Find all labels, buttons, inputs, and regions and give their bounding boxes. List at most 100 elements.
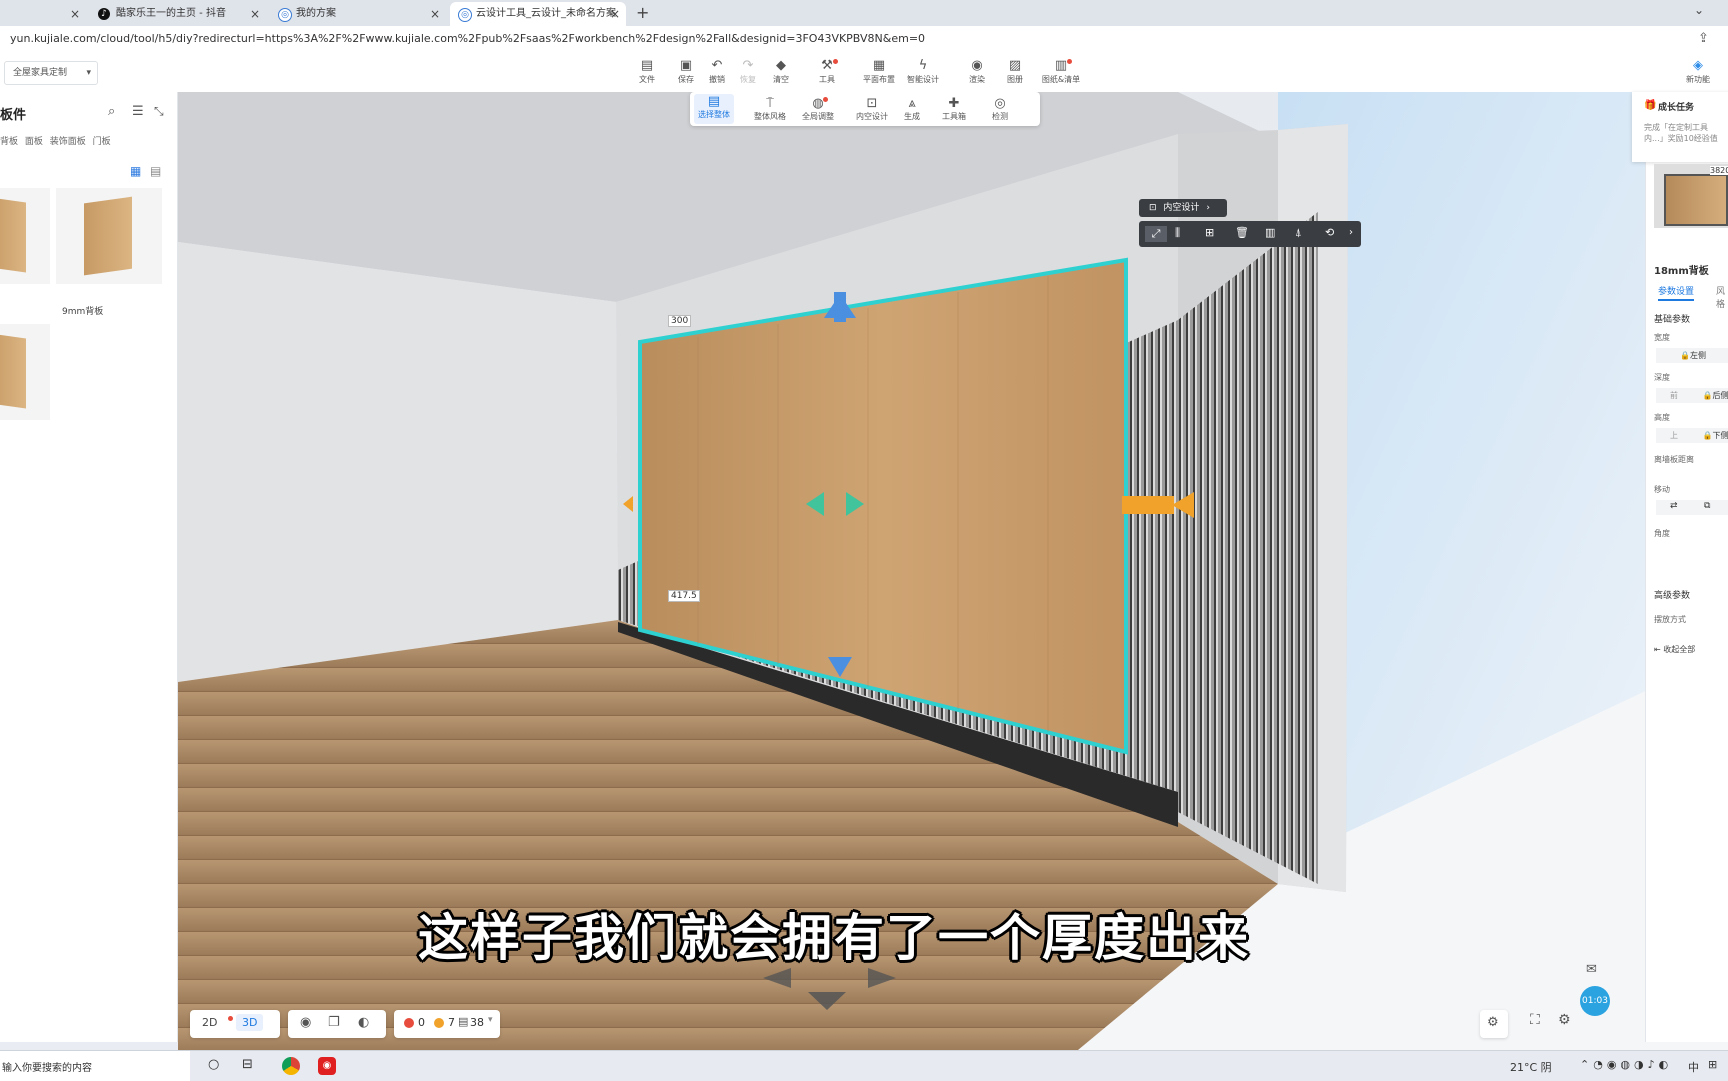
wood-swatch — [84, 196, 132, 276]
smart-design-button[interactable]: ϟ 智能设计 — [900, 58, 946, 90]
tray-icons[interactable]: ⌃◔◉◍◑♪◐ — [1580, 1058, 1672, 1071]
video-subtitle: 这样子我们就会拥有了一个厚度出来 — [418, 909, 1250, 967]
close-icon[interactable]: × — [610, 2, 620, 26]
dimension-bottom[interactable]: 417.5 — [668, 590, 700, 602]
view-mode-switch[interactable]: 2D 3D — [190, 1010, 280, 1038]
move-free-icon[interactable]: ⇄ — [1670, 501, 1678, 511]
task-view-icon[interactable]: ○ — [208, 1057, 219, 1072]
brush-icon[interactable]: ⍋ — [1295, 226, 1302, 240]
board-thumbnail[interactable] — [0, 324, 50, 420]
growth-task-card[interactable]: 🎁 成长任务 完成「在定制工具内...」奖励10经验值 — [1632, 92, 1728, 162]
category-tab-backboard[interactable]: 背板 — [0, 137, 18, 147]
move-copy-icon[interactable]: ⧉ — [1704, 501, 1710, 511]
height-anchor-select[interactable]: 上 🔒下侧 — [1656, 428, 1728, 443]
view-2d-button[interactable]: 2D — [202, 1016, 217, 1029]
generate-icon: ⩓ — [908, 96, 916, 111]
material-icon[interactable]: ◐ — [358, 1015, 369, 1030]
share-icon[interactable]: ⇪ — [1698, 31, 1709, 46]
close-icon[interactable]: × — [250, 2, 260, 26]
align-icon[interactable]: ⫼ — [1175, 226, 1180, 240]
eye-icon[interactable]: ◉ — [300, 1015, 311, 1030]
dimension-top[interactable]: 300 — [668, 315, 692, 327]
camera-settings-icon[interactable]: ⚙ — [1558, 1012, 1571, 1028]
add-icon[interactable]: ⊞ — [1205, 226, 1214, 239]
growth-task-text: 完成「在定制工具内...」奖励10经验值 — [1644, 123, 1718, 143]
netease-music-icon[interactable]: ◉ — [318, 1057, 336, 1075]
new-feature-button[interactable]: ◈ 新功能 — [1678, 58, 1718, 90]
close-icon[interactable]: × — [430, 2, 440, 26]
collapse-icon[interactable]: ⤡ — [154, 104, 164, 119]
close-icon[interactable]: × — [70, 2, 80, 26]
arrow-up-stem[interactable] — [834, 292, 846, 322]
view-3d-button[interactable]: 3D — [236, 1014, 264, 1031]
width-handle-stem[interactable] — [1122, 496, 1174, 514]
douyin-icon: ♪ — [98, 8, 110, 20]
message-icon[interactable]: ✉ — [1586, 962, 1597, 977]
ime-indicator[interactable]: 中 — [1688, 1059, 1699, 1075]
file-icon: ▤ — [640, 58, 654, 73]
search-icon[interactable]: ⌕ — [108, 104, 115, 119]
inspect-button[interactable]: ◎ 检测 — [980, 96, 1020, 123]
browser-tab-douyin[interactable]: ♪ 酷家乐王一的主页 - 抖音 × — [90, 2, 266, 26]
preview-thumbnail[interactable]: 3820 — [1654, 164, 1728, 228]
clear-button[interactable]: ◆ 清空 — [762, 58, 800, 90]
board-thumbnail[interactable] — [56, 188, 162, 284]
album-button[interactable]: ▨ 图册 — [996, 58, 1034, 90]
mode-select[interactable]: 全屋家具定制 ▾ — [4, 61, 98, 85]
tab-params[interactable]: 参数设置 — [1658, 284, 1695, 301]
browser-tab-my-plans[interactable]: ◎ 我的方案 × — [270, 2, 446, 26]
tools-button[interactable]: ⚒ 工具 — [808, 58, 846, 90]
category-tab-panel[interactable]: 面板 — [25, 137, 43, 147]
drawings-list-button[interactable]: ▥ 图纸&清单 — [1038, 58, 1084, 90]
generate-button[interactable]: ⩓ 生成 — [892, 96, 932, 123]
render-button[interactable]: ◉ 渲染 — [958, 58, 996, 90]
overall-style-button[interactable]: ⍑ 整体风格 — [750, 96, 790, 123]
inner-design-button[interactable]: ⊡ 内空设计 — [852, 96, 892, 123]
toolbox-button[interactable]: ✚ 工具箱 — [934, 96, 974, 123]
chevron-right-icon: › — [1206, 203, 1210, 213]
floor-plan-button[interactable]: ▦ 平面布置 — [856, 58, 902, 90]
collapse-all-button[interactable]: ⇤ 收起全部 — [1654, 644, 1695, 655]
warning-icon — [434, 1018, 444, 1028]
category-tab-deco-panel[interactable]: 装饰面板 — [50, 137, 86, 147]
height-up-label: 上 — [1670, 431, 1678, 440]
tab-style[interactable]: 风格 — [1716, 284, 1728, 310]
widgets-icon[interactable]: ⊟ — [242, 1057, 253, 1072]
screen-icon[interactable]: ⛶ — [1530, 1012, 1540, 1028]
rotate-icon[interactable]: ⟲ — [1325, 226, 1334, 239]
issue-counter[interactable]: 0 7 ▤ 38 ▾ — [394, 1010, 500, 1038]
timer-badge: 01:03 — [1580, 986, 1610, 1016]
grid-view-icon[interactable]: ▦ — [130, 164, 141, 178]
chevron-right-icon[interactable]: › — [1349, 227, 1353, 238]
delete-icon[interactable]: 🗑 — [1235, 226, 1249, 239]
browser-tab-cloud-design[interactable]: ◎ 云设计工具_云设计_未命名方案 × — [450, 2, 626, 26]
split-icon[interactable]: ▥ — [1265, 226, 1275, 239]
layers-icon[interactable]: ❐ — [328, 1015, 340, 1030]
resize-icon[interactable]: ⤢ — [1145, 226, 1167, 242]
width-anchor-select[interactable]: 🔒左侧 — [1656, 348, 1728, 363]
weather-text[interactable]: 21°C 阴 — [1510, 1059, 1552, 1075]
list-view-icon[interactable]: ▤ — [150, 164, 161, 178]
select-whole-button[interactable]: ▤ 选择整体 — [694, 94, 734, 124]
warning-count: 7 — [448, 1016, 455, 1029]
settings-toggle[interactable]: ⚙ — [1480, 1010, 1508, 1038]
inner-design-chip[interactable]: ⊡ 内空设计 › — [1139, 199, 1227, 217]
new-tab-button[interactable]: + — [636, 3, 649, 22]
filter-icon[interactable]: ☰ — [132, 104, 144, 119]
browser-tab-partial[interactable]: × — [0, 2, 84, 26]
file-button[interactable]: ▤ 文件 — [628, 58, 666, 90]
chevron-down-icon[interactable]: ⌄ — [1694, 3, 1704, 17]
3d-viewport[interactable]: 300 417.5 ▤ 选择整体 ⍑ 整体风格 ◍ 全局调整 ⊡ 内空设计 ⩓ 生成 ✚ 工… — [178, 92, 1728, 1050]
url-text[interactable]: yun.kujiale.com/cloud/tool/h5/diy?redire… — [10, 32, 925, 45]
ime-settings-icon[interactable]: ⊞ — [1708, 1058, 1717, 1071]
board-thumbnail[interactable] — [0, 188, 50, 284]
taskbar-search[interactable]: 输入你要搜索的内容 — [0, 1051, 190, 1081]
global-adjust-button[interactable]: ◍ 全局调整 — [798, 96, 838, 123]
depth-anchor-select[interactable]: 前 🔒后侧 — [1656, 388, 1728, 403]
collapse-all-label: 收起全部 — [1663, 645, 1696, 654]
category-tab-door-panel[interactable]: 门板 — [93, 137, 111, 147]
toolbar-label: 渲染 — [969, 75, 985, 84]
chrome-icon[interactable] — [282, 1057, 300, 1075]
address-bar[interactable]: yun.kujiale.com/cloud/tool/h5/diy?redire… — [0, 26, 1728, 55]
sub-toolbar-label: 生成 — [904, 112, 920, 121]
